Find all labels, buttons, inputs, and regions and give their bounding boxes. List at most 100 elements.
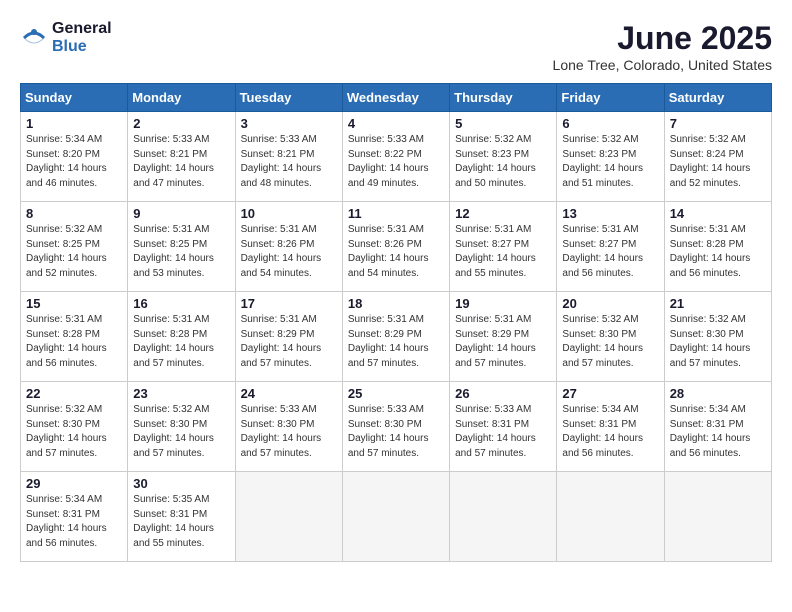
day-number: 1 [26,116,122,131]
day-info: Sunrise: 5:32 AMSunset: 8:30 PMDaylight:… [133,404,214,459]
day-info: Sunrise: 5:35 AMSunset: 8:31 PMDaylight:… [133,494,214,549]
day-number: 2 [133,116,229,131]
day-number: 29 [26,476,122,491]
logo-general: General [52,20,112,38]
logo-blue: Blue [52,38,112,56]
day-number: 17 [241,296,337,311]
calendar-cell: 30 Sunrise: 5:35 AMSunset: 8:31 PMDaylig… [128,472,235,562]
day-info: Sunrise: 5:33 AMSunset: 8:21 PMDaylight:… [133,134,214,189]
day-number: 25 [348,386,444,401]
day-info: Sunrise: 5:31 AMSunset: 8:26 PMDaylight:… [241,224,322,279]
header-tuesday: Tuesday [235,84,342,112]
calendar-cell: 16 Sunrise: 5:31 AMSunset: 8:28 PMDaylig… [128,292,235,382]
calendar-week-2: 8 Sunrise: 5:32 AMSunset: 8:25 PMDayligh… [21,202,772,292]
day-number: 4 [348,116,444,131]
day-info: Sunrise: 5:31 AMSunset: 8:29 PMDaylight:… [241,314,322,369]
day-info: Sunrise: 5:34 AMSunset: 8:31 PMDaylight:… [26,494,107,549]
day-number: 20 [562,296,658,311]
calendar-cell: 22 Sunrise: 5:32 AMSunset: 8:30 PMDaylig… [21,382,128,472]
calendar-cell: 17 Sunrise: 5:31 AMSunset: 8:29 PMDaylig… [235,292,342,382]
day-number: 5 [455,116,551,131]
day-info: Sunrise: 5:34 AMSunset: 8:31 PMDaylight:… [670,404,751,459]
logo-text: General Blue [52,20,112,55]
day-number: 7 [670,116,766,131]
calendar-cell: 8 Sunrise: 5:32 AMSunset: 8:25 PMDayligh… [21,202,128,292]
calendar-cell [664,472,771,562]
calendar-cell: 26 Sunrise: 5:33 AMSunset: 8:31 PMDaylig… [450,382,557,472]
day-info: Sunrise: 5:31 AMSunset: 8:29 PMDaylight:… [455,314,536,369]
day-info: Sunrise: 5:32 AMSunset: 8:23 PMDaylight:… [562,134,643,189]
calendar-table: SundayMondayTuesdayWednesdayThursdayFrid… [20,83,772,562]
day-info: Sunrise: 5:31 AMSunset: 8:29 PMDaylight:… [348,314,429,369]
day-info: Sunrise: 5:33 AMSunset: 8:30 PMDaylight:… [241,404,322,459]
day-number: 8 [26,206,122,221]
day-info: Sunrise: 5:32 AMSunset: 8:30 PMDaylight:… [26,404,107,459]
calendar-cell: 21 Sunrise: 5:32 AMSunset: 8:30 PMDaylig… [664,292,771,382]
calendar-cell: 15 Sunrise: 5:31 AMSunset: 8:28 PMDaylig… [21,292,128,382]
location: Lone Tree, Colorado, United States [553,57,772,73]
calendar-cell: 23 Sunrise: 5:32 AMSunset: 8:30 PMDaylig… [128,382,235,472]
day-info: Sunrise: 5:33 AMSunset: 8:31 PMDaylight:… [455,404,536,459]
day-info: Sunrise: 5:32 AMSunset: 8:30 PMDaylight:… [562,314,643,369]
day-number: 12 [455,206,551,221]
day-info: Sunrise: 5:31 AMSunset: 8:28 PMDaylight:… [670,224,751,279]
month-title: June 2025 [553,20,772,57]
day-info: Sunrise: 5:32 AMSunset: 8:30 PMDaylight:… [670,314,751,369]
day-number: 21 [670,296,766,311]
calendar-cell: 10 Sunrise: 5:31 AMSunset: 8:26 PMDaylig… [235,202,342,292]
calendar-cell: 20 Sunrise: 5:32 AMSunset: 8:30 PMDaylig… [557,292,664,382]
calendar-cell [342,472,449,562]
day-number: 19 [455,296,551,311]
calendar-cell: 5 Sunrise: 5:32 AMSunset: 8:23 PMDayligh… [450,112,557,202]
header-monday: Monday [128,84,235,112]
calendar-cell: 27 Sunrise: 5:34 AMSunset: 8:31 PMDaylig… [557,382,664,472]
day-number: 16 [133,296,229,311]
calendar-cell: 12 Sunrise: 5:31 AMSunset: 8:27 PMDaylig… [450,202,557,292]
calendar-cell: 11 Sunrise: 5:31 AMSunset: 8:26 PMDaylig… [342,202,449,292]
day-number: 22 [26,386,122,401]
header-friday: Friday [557,84,664,112]
day-number: 10 [241,206,337,221]
day-info: Sunrise: 5:31 AMSunset: 8:26 PMDaylight:… [348,224,429,279]
day-info: Sunrise: 5:31 AMSunset: 8:27 PMDaylight:… [562,224,643,279]
day-info: Sunrise: 5:31 AMSunset: 8:28 PMDaylight:… [133,314,214,369]
calendar-cell: 9 Sunrise: 5:31 AMSunset: 8:25 PMDayligh… [128,202,235,292]
calendar-cell: 6 Sunrise: 5:32 AMSunset: 8:23 PMDayligh… [557,112,664,202]
calendar-cell [235,472,342,562]
day-number: 3 [241,116,337,131]
day-number: 9 [133,206,229,221]
day-info: Sunrise: 5:32 AMSunset: 8:23 PMDaylight:… [455,134,536,189]
calendar-cell: 3 Sunrise: 5:33 AMSunset: 8:21 PMDayligh… [235,112,342,202]
calendar-cell: 7 Sunrise: 5:32 AMSunset: 8:24 PMDayligh… [664,112,771,202]
header-saturday: Saturday [664,84,771,112]
calendar-cell: 29 Sunrise: 5:34 AMSunset: 8:31 PMDaylig… [21,472,128,562]
day-info: Sunrise: 5:33 AMSunset: 8:21 PMDaylight:… [241,134,322,189]
day-number: 6 [562,116,658,131]
title-block: June 2025 Lone Tree, Colorado, United St… [553,20,772,73]
header-sunday: Sunday [21,84,128,112]
header-thursday: Thursday [450,84,557,112]
calendar-cell: 1 Sunrise: 5:34 AMSunset: 8:20 PMDayligh… [21,112,128,202]
day-number: 28 [670,386,766,401]
day-info: Sunrise: 5:34 AMSunset: 8:20 PMDaylight:… [26,134,107,189]
calendar-cell: 28 Sunrise: 5:34 AMSunset: 8:31 PMDaylig… [664,382,771,472]
calendar-cell: 2 Sunrise: 5:33 AMSunset: 8:21 PMDayligh… [128,112,235,202]
day-info: Sunrise: 5:32 AMSunset: 8:25 PMDaylight:… [26,224,107,279]
calendar-cell: 18 Sunrise: 5:31 AMSunset: 8:29 PMDaylig… [342,292,449,382]
day-number: 15 [26,296,122,311]
day-info: Sunrise: 5:34 AMSunset: 8:31 PMDaylight:… [562,404,643,459]
day-number: 27 [562,386,658,401]
calendar-cell: 13 Sunrise: 5:31 AMSunset: 8:27 PMDaylig… [557,202,664,292]
page-header: General Blue June 2025 Lone Tree, Colora… [20,20,772,73]
calendar-cell: 24 Sunrise: 5:33 AMSunset: 8:30 PMDaylig… [235,382,342,472]
day-number: 14 [670,206,766,221]
calendar-cell: 4 Sunrise: 5:33 AMSunset: 8:22 PMDayligh… [342,112,449,202]
day-number: 26 [455,386,551,401]
calendar-week-5: 29 Sunrise: 5:34 AMSunset: 8:31 PMDaylig… [21,472,772,562]
day-info: Sunrise: 5:31 AMSunset: 8:28 PMDaylight:… [26,314,107,369]
calendar-cell: 19 Sunrise: 5:31 AMSunset: 8:29 PMDaylig… [450,292,557,382]
calendar-header-row: SundayMondayTuesdayWednesdayThursdayFrid… [21,84,772,112]
day-info: Sunrise: 5:32 AMSunset: 8:24 PMDaylight:… [670,134,751,189]
calendar-cell [557,472,664,562]
day-number: 18 [348,296,444,311]
